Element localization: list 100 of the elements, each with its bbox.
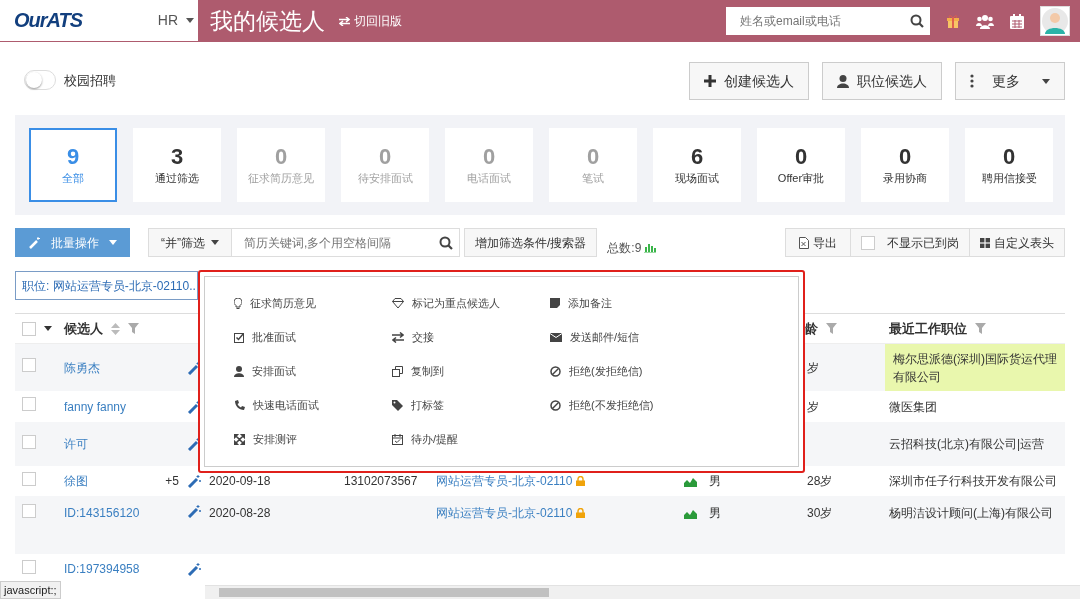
swap-icon bbox=[339, 16, 350, 26]
grid-icon bbox=[980, 237, 990, 248]
company-cell: 杨明洁设计顾问(上海)有限公司 bbox=[889, 506, 1053, 520]
hide-onboarded-checkbox[interactable]: 不显示已到岗 bbox=[850, 228, 970, 257]
gift-icon[interactable] bbox=[946, 14, 960, 28]
magic-wand-icon[interactable] bbox=[187, 474, 201, 488]
stage-card[interactable]: 9 全部 bbox=[29, 128, 117, 202]
checkbox-icon bbox=[234, 331, 244, 343]
custom-columns-button[interactable]: 自定义表头 bbox=[969, 228, 1065, 257]
extra-count: +5 bbox=[165, 473, 179, 490]
row-checkbox[interactable] bbox=[22, 358, 36, 372]
company-cell: 微医集团 bbox=[889, 399, 937, 414]
caret-icon bbox=[211, 240, 219, 245]
menu-item[interactable]: 标记为重点候选人 bbox=[392, 292, 550, 314]
calendar-icon[interactable] bbox=[1010, 13, 1024, 29]
position-link[interactable]: 网站运营专员-北京-02110 bbox=[436, 504, 573, 522]
menu-item[interactable]: 复制到 bbox=[392, 360, 550, 382]
envelope-icon bbox=[550, 331, 562, 343]
menu-item[interactable]: 批准面试 bbox=[234, 326, 392, 348]
menu-item[interactable]: 交接 bbox=[392, 326, 550, 348]
magic-wand-icon bbox=[28, 236, 41, 249]
team-icon[interactable] bbox=[976, 13, 994, 29]
caret-icon bbox=[108, 240, 117, 245]
date-cell: 2020-08-28 bbox=[209, 506, 271, 520]
menu-item[interactable]: 添加备注 bbox=[550, 292, 708, 314]
status-tooltip: javascript:; bbox=[0, 580, 61, 599]
menu-item[interactable]: 安排面试 bbox=[234, 360, 392, 382]
candidate-link[interactable]: 徐图 bbox=[64, 474, 88, 488]
export-button[interactable]: 导出 bbox=[785, 228, 851, 257]
age-cell: 30岁 bbox=[807, 506, 833, 520]
magic-wand-icon[interactable] bbox=[187, 504, 201, 518]
page-title: 我的候选人 bbox=[210, 6, 325, 36]
magic-wand-icon[interactable] bbox=[187, 399, 201, 414]
stage-card[interactable]: 6 现场面试 bbox=[653, 128, 741, 202]
role-dropdown[interactable]: HR bbox=[157, 10, 194, 31]
stage-card[interactable]: 3 通过筛选 bbox=[133, 128, 221, 202]
age-cell: 岁 bbox=[807, 360, 819, 375]
excel-file-icon bbox=[799, 236, 809, 249]
filter-mode-dropdown[interactable]: “并”筛选 bbox=[148, 228, 232, 257]
row-checkbox[interactable] bbox=[22, 559, 36, 574]
caret-icon bbox=[186, 18, 194, 23]
stage-card[interactable]: 0 Offer审批 bbox=[757, 128, 845, 202]
create-candidate-button[interactable]: 创建候选人 bbox=[689, 62, 809, 100]
stage-card[interactable]: 0 聘用信接受 bbox=[965, 128, 1053, 202]
company-cell-text: 梅尔思派德(深圳)国际货运代理有限公司 bbox=[893, 350, 1057, 386]
candidate-link[interactable]: fanny fanny bbox=[64, 399, 127, 414]
menu-item[interactable]: 拒绝(发拒绝信) bbox=[550, 360, 708, 382]
menu-item[interactable]: 安排测评 bbox=[234, 428, 392, 450]
expand-icon bbox=[234, 433, 245, 445]
position-link[interactable]: 网站运营专员-北京-02110 bbox=[436, 472, 573, 490]
horizontal-scrollbar[interactable] bbox=[205, 585, 1080, 599]
copy-icon bbox=[392, 365, 403, 377]
keyword-field[interactable]: 简历关键词,多个用空格间隔 bbox=[232, 228, 460, 257]
menu-item[interactable]: 待办/提醒 bbox=[392, 428, 550, 450]
menu-item[interactable]: 快速电话面试 bbox=[234, 394, 392, 416]
filter-tag[interactable]: 职位: 网站运营专员-北京-02110.. bbox=[15, 271, 198, 300]
switch-version-link[interactable]: 切回旧版 bbox=[339, 12, 402, 30]
job-candidates-button[interactable]: 职位候选人 bbox=[822, 62, 942, 100]
logo[interactable]: OurATS bbox=[14, 9, 83, 32]
company-cell: 深圳市任子行科技开发有限公司 bbox=[889, 474, 1057, 488]
row-checkbox[interactable] bbox=[22, 397, 36, 411]
search-icon bbox=[910, 14, 924, 28]
user-icon bbox=[837, 74, 849, 88]
swap-icon bbox=[392, 331, 404, 343]
menu-item[interactable]: 打标签 bbox=[392, 394, 550, 416]
ban-icon bbox=[550, 365, 561, 377]
area-chart-icon bbox=[684, 476, 697, 488]
menu-item[interactable]: 发送邮件/短信 bbox=[550, 326, 708, 348]
select-all-checkbox[interactable] bbox=[22, 321, 36, 336]
candidate-link[interactable]: 陈勇杰 bbox=[64, 360, 100, 375]
search-icon bbox=[439, 235, 453, 250]
column-header[interactable]: 龄 bbox=[805, 318, 818, 339]
lightbulb-icon bbox=[234, 297, 242, 309]
gender-cell: 男 bbox=[709, 474, 721, 488]
row-checkbox[interactable] bbox=[22, 504, 36, 518]
magic-wand-icon[interactable] bbox=[187, 437, 201, 451]
date-cell: 2020-09-18 bbox=[209, 474, 271, 488]
candidate-link[interactable]: ID:197394958 bbox=[64, 562, 140, 576]
row-checkbox[interactable] bbox=[22, 434, 36, 449]
search-field[interactable]: 姓名或email或电话 bbox=[726, 7, 930, 35]
plus-icon bbox=[704, 75, 716, 87]
total-count: 总数:9 bbox=[607, 239, 642, 257]
toggle-label: 校园招聘 bbox=[64, 72, 116, 90]
note-icon bbox=[550, 298, 560, 308]
bar-chart-icon[interactable] bbox=[644, 242, 657, 253]
column-header[interactable]: 候选人 bbox=[64, 318, 103, 339]
lock-icon bbox=[576, 476, 586, 486]
row-checkbox[interactable] bbox=[22, 471, 36, 486]
menu-item[interactable]: 征求简历意见 bbox=[234, 292, 392, 314]
user-avatar[interactable] bbox=[1040, 6, 1070, 36]
more-button[interactable]: 更多 bbox=[955, 62, 1065, 100]
ban-icon bbox=[550, 399, 561, 411]
add-filter-button[interactable]: 增加筛选条件/搜索器 bbox=[464, 228, 598, 257]
stage-card[interactable]: 0 录用协商 bbox=[861, 128, 949, 202]
column-header[interactable]: 最近工作职位 bbox=[889, 318, 967, 339]
magic-wand-icon[interactable] bbox=[187, 562, 201, 576]
menu-item[interactable]: 拒绝(不发拒绝信) bbox=[550, 394, 708, 416]
candidate-link[interactable]: 许可 bbox=[64, 437, 88, 451]
candidate-link[interactable]: ID:143156120 bbox=[64, 506, 140, 520]
magic-wand-icon[interactable] bbox=[187, 360, 201, 375]
